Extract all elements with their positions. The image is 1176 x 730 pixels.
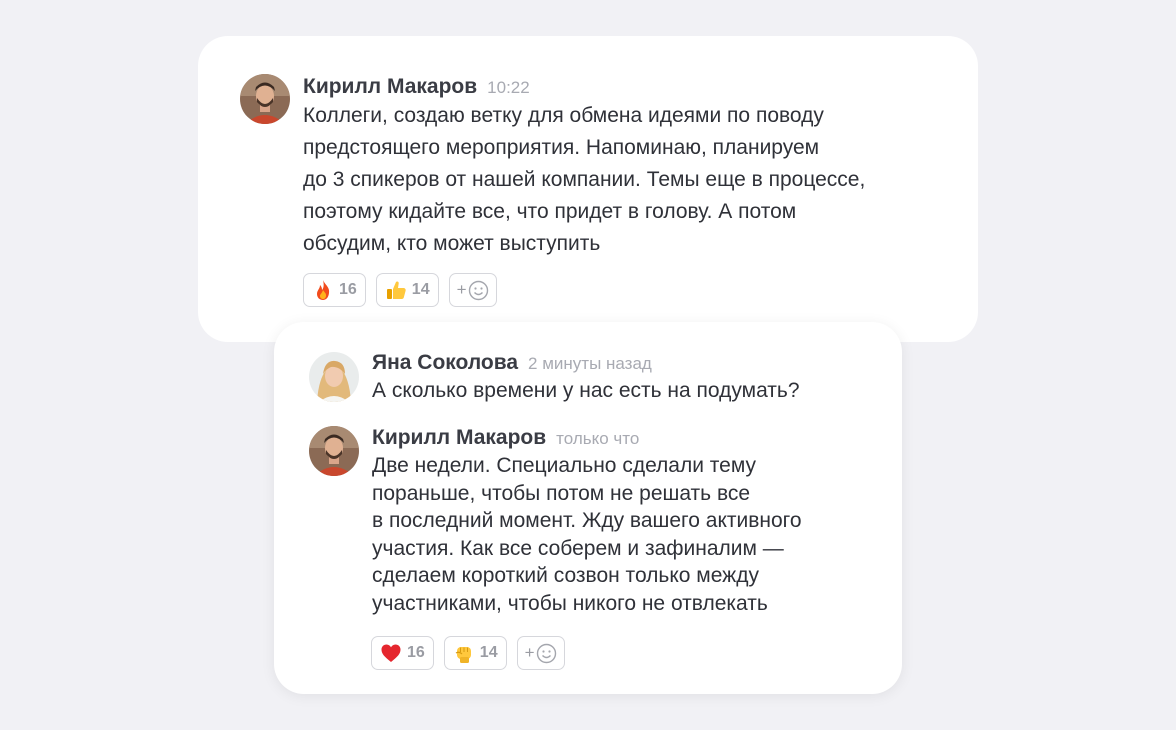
reaction-raised-fist-button[interactable]: 14 (443, 636, 507, 670)
add-reaction-plus: + (524, 643, 535, 662)
message-line: пораньше, чтобы потом не решать все (372, 481, 751, 505)
message-timestamp: 2 минуты назад (528, 354, 652, 373)
reaction-fire-button[interactable]: 16 (303, 273, 366, 307)
avatar-kirill[interactable] (309, 426, 359, 476)
reply-body: А сколько времени у нас есть на подумать… (372, 377, 892, 405)
reactions-bar: 16 14 + (303, 273, 497, 307)
message-line: в последний момент. Жду вашего активного (372, 509, 802, 532)
message-line: участниками, чтобы никого не отвлекать (372, 591, 768, 615)
avatar-yana[interactable] (309, 352, 359, 402)
user-photo-icon (309, 352, 359, 402)
reply-header: Яна Соколова 2 минуты назад (372, 351, 652, 375)
add-reaction-plus: + (456, 280, 467, 299)
message-line: поэтому кидайте все, что придет в голову… (303, 200, 797, 223)
message-line: сделаем короткий созвон только между (372, 564, 759, 587)
message-header: Кирилл Макаров 10:22 (303, 75, 530, 99)
reaction-count: 14 (411, 281, 430, 298)
add-reaction-button[interactable]: + (448, 273, 497, 307)
message-line: Две недели. Специально сделали тему (372, 454, 757, 477)
reaction-count: 16 (339, 281, 357, 298)
reaction-thumbs-up-button[interactable]: 14 (375, 273, 439, 307)
author-name[interactable]: Яна Соколова (372, 351, 518, 374)
message-line: обсудим, кто может выступить (303, 232, 601, 255)
user-photo-icon (309, 426, 359, 476)
reply-body: Две недели. Специально сделали тему пора… (372, 452, 892, 617)
message-timestamp: 10:22 (487, 78, 530, 97)
message-line: А сколько времени у нас есть на подумать… (372, 379, 800, 402)
smiley-icon (468, 280, 488, 300)
author-name[interactable]: Кирилл Макаров (372, 426, 546, 449)
smiley-icon (536, 643, 556, 663)
reply-header: Кирилл Макаров только что (372, 426, 639, 450)
reactions-bar: 16 14 + (371, 636, 565, 670)
thumbs-up-icon (386, 281, 406, 299)
thread-card: Яна Соколова 2 минуты назад А сколько вре… (274, 322, 902, 694)
reaction-heart-button[interactable]: 16 (371, 636, 434, 670)
user-photo-icon (240, 74, 290, 124)
reaction-count: 16 (407, 644, 425, 661)
message-line: предстоящего мероприятия. Напоминаю, пла… (303, 136, 820, 159)
main-message-card: Кирилл Макаров 10:22 Коллеги, создаю ветк… (198, 36, 978, 342)
reaction-count: 14 (479, 644, 498, 661)
add-reaction-button[interactable]: + (516, 636, 565, 670)
message-line: до 3 спикеров от нашей компании. Темы ещ… (303, 168, 866, 191)
avatar-kirill[interactable] (240, 74, 290, 124)
author-name[interactable]: Кирилл Макаров (303, 75, 477, 98)
raised-fist-icon (455, 647, 471, 663)
heart-icon (381, 644, 401, 662)
message-line: участия. Как все соберем и зафиналим — (372, 536, 784, 560)
message-line: Коллеги, создаю ветку для обмена идеями … (303, 104, 824, 127)
message-body: Коллеги, создаю ветку для обмена идеями … (303, 100, 963, 260)
fire-icon (317, 280, 330, 300)
message-timestamp: только что (556, 429, 640, 448)
